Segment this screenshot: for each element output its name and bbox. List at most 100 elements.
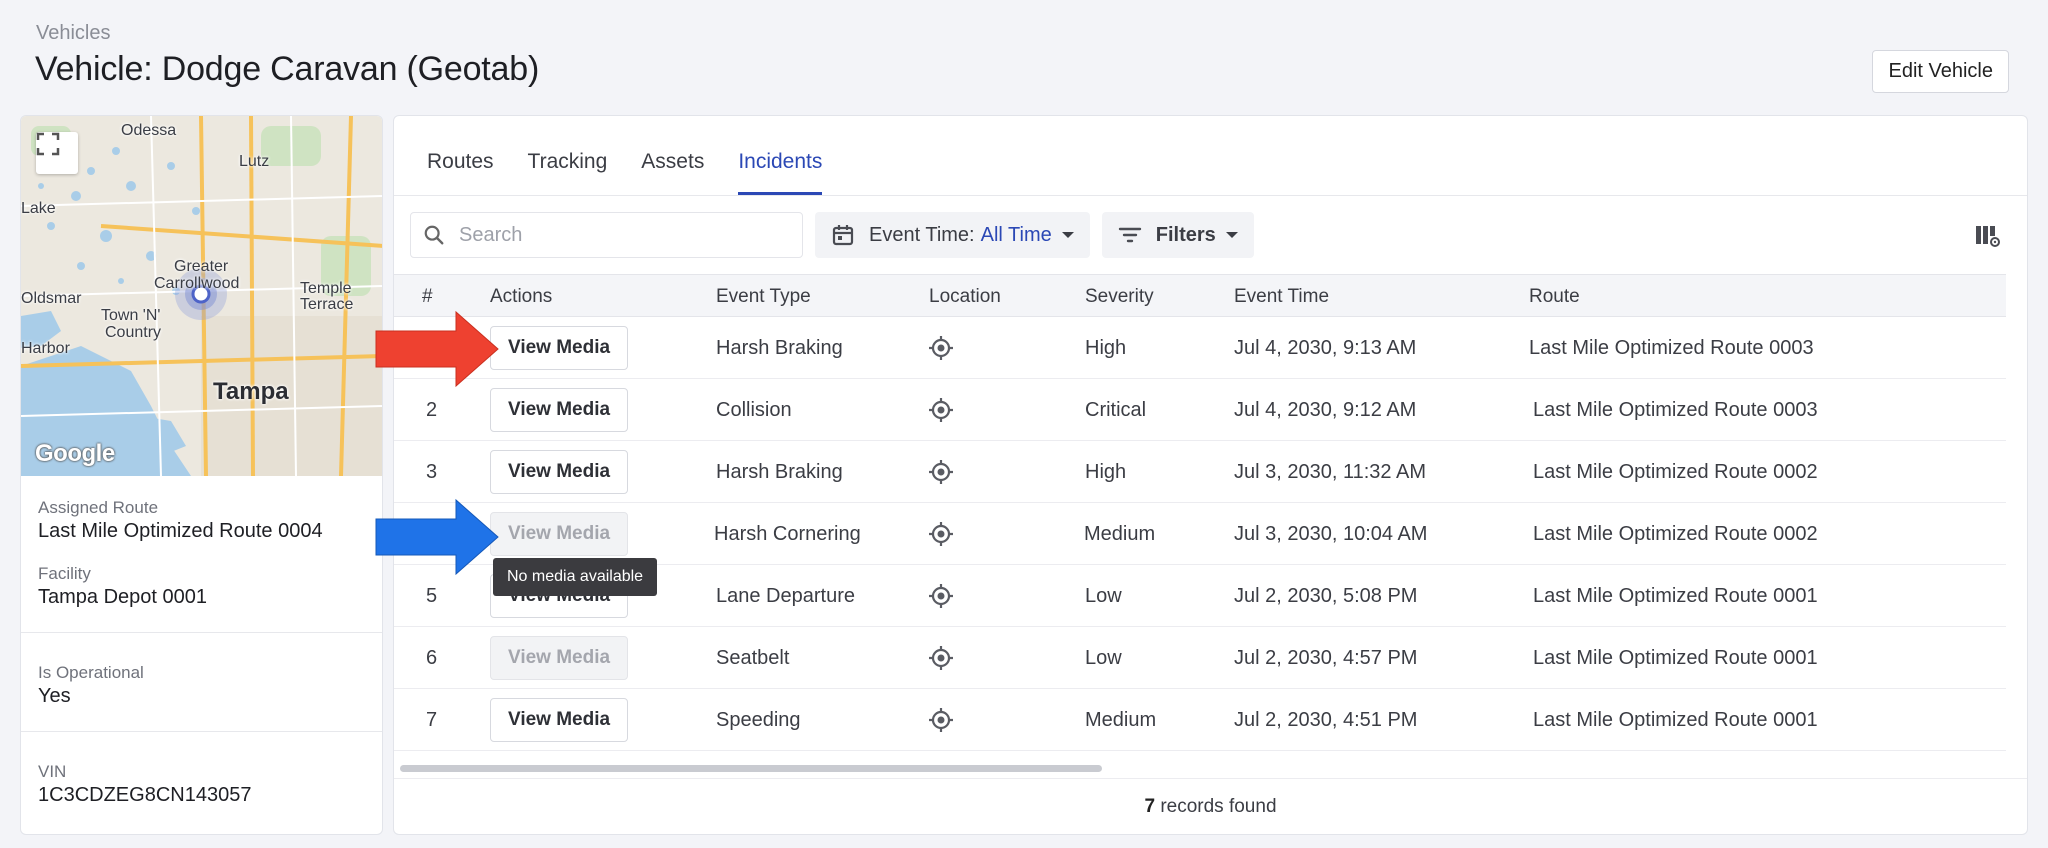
col-header-route[interactable]: Route [1529,275,1580,318]
route-link[interactable]: Last Mile Optimized Route 0003 [1533,379,1818,441]
tab-tracking[interactable]: Tracking [528,116,608,195]
route-link[interactable]: Last Mile Optimized Route 0001 [1533,565,1818,627]
blue-arrow-annotation [375,498,499,576]
route-link[interactable]: Last Mile Optimized Route 0003 [1529,317,1814,379]
location-button[interactable] [927,317,955,379]
tab-routes[interactable]: Routes [427,116,494,195]
map-label-oldsmar: Oldsmar [21,290,82,307]
location-target-icon [929,708,953,732]
view-media-button[interactable]: View Media [490,388,629,432]
event-time: Jul 3, 2030, 10:04 AM [1234,522,1428,545]
vin-value: 1C3CDZEG8CN143057 [38,784,252,806]
view-media-button[interactable]: View Media [490,698,629,742]
event-type: Lane Departure [716,584,855,607]
event-time-label: Event Time: [869,223,975,246]
col-header-event-time[interactable]: Event Time [1234,275,1329,318]
event-type: Seatbelt [716,646,790,669]
horizontal-scrollbar[interactable] [400,765,1102,772]
assigned-route-label: Assigned Route [38,498,159,517]
event-type: Speeding [716,708,801,731]
map-label-town-n: Town 'N' [101,307,161,324]
search-icon [424,225,444,245]
tab-incidents[interactable]: Incidents [738,116,823,195]
records-suffix: records found [1160,796,1277,817]
event-time: Jul 4, 2030, 9:12 AM [1234,398,1417,421]
event-time-dropdown[interactable]: Event Time: All Time [815,212,1090,258]
table-row[interactable]: 1 View Media Harsh Braking High Jul 4, 2… [394,317,2006,379]
route-link[interactable]: Last Mile Optimized Route 0002 [1533,503,1818,565]
row-number: 3 [426,460,438,483]
location-target-icon [929,336,953,360]
location-button[interactable] [927,565,955,627]
view-media-button[interactable]: View Media [490,326,629,370]
fullscreen-button[interactable] [36,132,78,174]
location-target-icon [929,460,953,484]
row-number: 6 [426,646,438,669]
filters-dropdown[interactable]: Filters [1101,212,1254,258]
map-label-country: Country [105,324,162,341]
event-time: Jul 2, 2030, 4:51 PM [1234,708,1418,731]
records-number: 7 [1144,796,1156,817]
column-settings-button[interactable] [1975,224,2001,253]
calendar-icon [832,225,854,246]
is-operational-label: Is Operational [38,663,144,682]
table-row[interactable]: 6 View Media Seatbelt Low Jul 2, 2030, 4… [394,627,2006,689]
incidents-panel: Routes Tracking Assets Incidents Event T… [393,115,2028,835]
table-row[interactable]: 2 View Media Collision Critical Jul 4, 2… [394,379,2006,441]
map-label-lutz: Lutz [239,153,270,170]
map[interactable]: Odessa Lutz Lake Greater Carrollwood Tem… [21,116,382,476]
row-number: 2 [426,398,438,421]
severity: High [1085,460,1127,483]
map-label-greater: Greater [174,258,229,275]
event-time: Jul 2, 2030, 5:08 PM [1234,584,1418,607]
row-number: 7 [426,708,438,731]
column-settings-icon [1976,226,2000,247]
table-row[interactable]: 7 View Media Speeding Medium Jul 2, 2030… [394,689,2006,751]
map-label-odessa: Odessa [121,122,177,139]
event-time: Jul 2, 2030, 4:57 PM [1234,646,1418,669]
route-link[interactable]: Last Mile Optimized Route 0001 [1533,627,1818,689]
location-button[interactable] [927,503,955,565]
route-link[interactable]: Last Mile Optimized Route 0002 [1533,441,1818,503]
col-header-severity[interactable]: Severity [1085,275,1154,318]
table-row[interactable]: 3 View Media Harsh Braking High Jul 3, 2… [394,441,2006,503]
view-media-button-disabled: View Media [490,512,629,556]
event-type: Collision [716,398,792,421]
location-button[interactable] [927,441,955,503]
no-media-tooltip: No media available [493,558,658,596]
location-button[interactable] [927,627,955,689]
chevron-down-icon [1061,232,1074,238]
severity: Medium [1085,708,1157,731]
view-media-button-disabled: View Media [490,636,629,680]
vehicle-details-card: Odessa Lutz Lake Greater Carrollwood Tem… [20,115,383,835]
event-time-value: All Time [980,223,1052,246]
location-target-icon [929,398,953,422]
facility-value: Tampa Depot 0001 [38,586,208,608]
location-button[interactable] [927,689,955,751]
severity: Medium [1084,522,1156,545]
col-header-location[interactable]: Location [929,275,1001,318]
map-label-carrollwood: Carrollwood [154,275,240,292]
chevron-down-icon [1225,232,1238,238]
table-header: # Actions Event Type Location Severity E… [394,274,2006,317]
location-button[interactable] [927,379,955,441]
view-media-button[interactable]: View Media [490,450,629,494]
map-label-terrace: Terrace [300,296,354,313]
map-label-lake: Lake [21,200,56,217]
breadcrumb[interactable]: Vehicles [36,22,111,45]
search-box[interactable] [410,212,803,258]
records-count: 7 records found [394,796,2027,818]
map-label-harbor: Harbor [21,340,70,357]
location-target-icon [929,522,953,546]
col-header-event-type[interactable]: Event Type [716,275,811,318]
tab-assets[interactable]: Assets [641,116,704,195]
route-link[interactable]: Last Mile Optimized Route 0001 [1533,689,1818,751]
event-time: Jul 3, 2030, 11:32 AM [1234,460,1426,483]
toolbar: Event Time: All Time Filters [410,212,1254,258]
page-title: Vehicle: Dodge Caravan (Geotab) [35,50,540,88]
search-input[interactable] [459,223,779,247]
filter-icon [1118,227,1141,243]
edit-vehicle-button[interactable]: Edit Vehicle [1872,50,2009,93]
table-row[interactable]: 4 View Media Harsh Cornering Medium Jul … [394,503,2006,565]
google-logo: Google [35,440,115,467]
